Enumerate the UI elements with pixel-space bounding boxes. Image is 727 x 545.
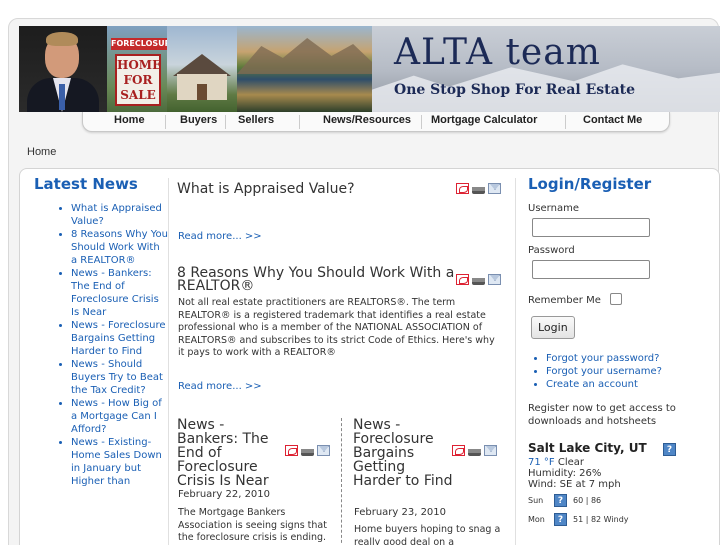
forgot-username-link[interactable]: Forgot your username? (546, 365, 708, 378)
print-icon[interactable] (472, 274, 485, 285)
list-item[interactable]: News - Foreclosure Bargains Getting Hard… (71, 319, 168, 358)
for-sale-sign-image: FORECLOSURE HOME FOR SALE (107, 26, 176, 112)
username-input[interactable] (532, 218, 650, 237)
weather-condition: Clear (557, 457, 584, 468)
nav-news-resources[interactable]: News/Resources (323, 114, 411, 126)
main-nav: Home Buyers Sellers News/Resources Mortg… (82, 112, 670, 132)
email-icon[interactable] (488, 274, 501, 285)
account-links: Forgot your password? Forgot your userna… (528, 352, 708, 391)
forgot-password-link[interactable]: Forgot your password? (546, 352, 708, 365)
read-more-link[interactable]: Read more... >> (178, 381, 262, 392)
column-divider (168, 178, 169, 545)
article-title: What is Appraised Value? (177, 181, 355, 197)
username-label: Username (528, 203, 579, 214)
list-item[interactable]: 8 Reasons Why You Should Work With a REA… (71, 228, 168, 267)
article-tools (285, 445, 330, 456)
email-icon[interactable] (488, 183, 501, 194)
article-body: The Mortgage Bankers Association is seei… (178, 507, 327, 543)
print-icon[interactable] (472, 183, 485, 194)
breadcrumb[interactable]: Home (27, 146, 56, 158)
brand-area: ALTA team One Stop Shop For Real Estate (372, 26, 720, 112)
remember-me-checkbox[interactable] (609, 292, 622, 305)
weather-widget: Salt Lake City, UT ? 71 °F Clear Humidit… (528, 441, 708, 526)
weather-icon: ? (554, 494, 567, 507)
article-date: February 22, 2010 (178, 489, 271, 500)
pdf-icon[interactable] (285, 445, 298, 456)
list-item[interactable]: News - How Big of a Mortgage Can I Affor… (71, 397, 168, 436)
list-item[interactable]: News - Bankers: The End of Foreclosure C… (71, 267, 168, 319)
weather-temp: 71 °F (528, 457, 555, 468)
nav-home[interactable]: Home (114, 114, 145, 126)
weather-city: Salt Lake City, UT (528, 441, 647, 455)
pdf-icon[interactable] (456, 183, 469, 194)
weather-icon: ? (663, 443, 676, 456)
print-icon[interactable] (301, 445, 314, 456)
weather-humidity: Humidity: 26% (528, 468, 602, 479)
remember-me-label: Remember Me (528, 295, 601, 306)
article-date: February 23, 2010 (354, 507, 447, 518)
nav-contact-me[interactable]: Contact Me (583, 114, 642, 126)
password-input[interactable] (532, 260, 650, 279)
forecast-row: Mon ? 51 | 82 Windy (528, 513, 629, 526)
login-module: Login/Register Username Password Remembe… (528, 175, 708, 526)
list-item[interactable]: News - Existing-Home Sales Down in Janua… (71, 436, 168, 488)
brand-title: ALTA team (394, 32, 601, 73)
weather-wind: Wind: SE at 7 mph (528, 479, 621, 490)
register-note: Register now to get access to downloads … (528, 403, 676, 427)
pdf-icon[interactable] (452, 445, 465, 456)
header-banner: FORECLOSURE HOME FOR SALE ALTA team One … (19, 26, 720, 112)
forecast-row: Sun ? 60 | 86 (528, 494, 602, 507)
column-divider (515, 178, 516, 545)
print-icon[interactable] (468, 445, 481, 456)
article-title: News - Bankers: The End of Foreclosure C… (177, 417, 269, 489)
nav-buyers[interactable]: Buyers (180, 114, 217, 126)
login-button[interactable]: Login (531, 316, 575, 339)
article-tools (456, 274, 501, 285)
list-item[interactable]: News - Should Buyers Try to Beat the Tax… (71, 358, 168, 397)
house-image (167, 26, 237, 112)
latest-news-heading: Latest News (34, 175, 138, 193)
email-icon[interactable] (317, 445, 330, 456)
article-tools (456, 183, 501, 194)
read-more-link[interactable]: Read more... >> (178, 231, 262, 242)
latest-news-list: What is Appraised Value? 8 Reasons Why Y… (34, 202, 168, 488)
article-body: Home buyers hoping to snag a really good… (354, 524, 501, 545)
create-account-link[interactable]: Create an account (546, 378, 708, 391)
email-icon[interactable] (484, 445, 497, 456)
agent-photo (19, 26, 107, 112)
article-tools (452, 445, 497, 456)
latest-news-module: Latest News What is Appraised Value? 8 R… (34, 175, 168, 488)
nav-mortgage-calculator[interactable]: Mortgage Calculator (431, 114, 537, 126)
lake-image (237, 26, 372, 112)
nav-sellers[interactable]: Sellers (238, 114, 274, 126)
password-label: Password (528, 245, 575, 256)
pdf-icon[interactable] (456, 274, 469, 285)
article-body: Not all real estate practitioners are RE… (178, 297, 495, 358)
brand-tagline: One Stop Shop For Real Estate (394, 82, 636, 98)
login-heading: Login/Register (528, 175, 652, 193)
article-title: News - Foreclosure Bargains Getting Hard… (353, 417, 453, 489)
article-divider (341, 418, 342, 545)
article-title-line2: REALTOR® (177, 278, 255, 294)
weather-icon: ? (554, 513, 567, 526)
list-item[interactable]: What is Appraised Value? (71, 202, 168, 228)
